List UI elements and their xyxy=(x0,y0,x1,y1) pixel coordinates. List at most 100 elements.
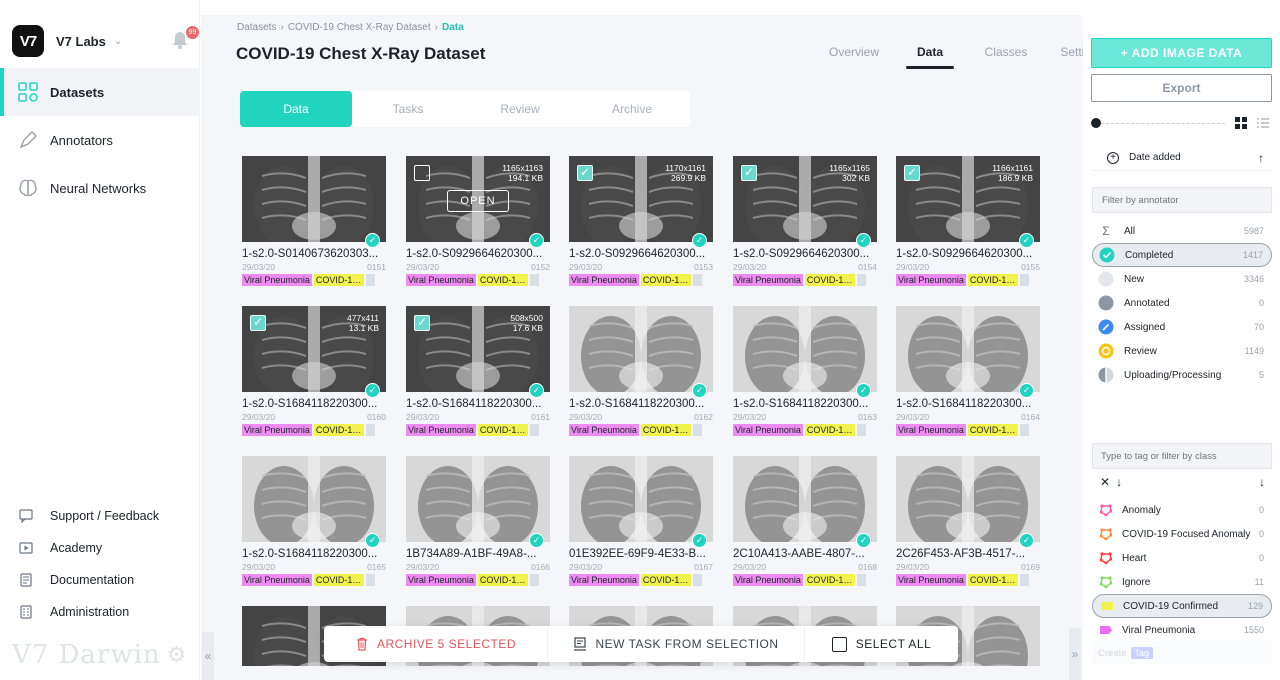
class-filter-covid-19-confirmed[interactable]: COVID-19 Confirmed 129 xyxy=(1092,594,1272,618)
file-meta: 29/03/20 0154 xyxy=(733,262,877,272)
tag-list: Viral PneumoniaCOVID-19 Confirmed xyxy=(242,574,386,586)
nav-item-administration[interactable]: Administration xyxy=(0,596,200,628)
subtab-review[interactable]: Review xyxy=(464,91,576,127)
image-thumbnail[interactable] xyxy=(406,456,550,542)
class-filter-anomaly[interactable]: Anomaly 0 xyxy=(1092,498,1272,522)
image-thumbnail[interactable] xyxy=(242,156,386,242)
image-thumbnail[interactable]: 477x41113.1 KB xyxy=(242,306,386,392)
image-card[interactable]: 508x50017.6 KB ✓1-s2.0-S1684118220300... 2… xyxy=(406,306,550,436)
nav-label: Administration xyxy=(50,605,130,619)
completed-check-icon: ✓ xyxy=(1019,383,1034,398)
image-thumbnail[interactable] xyxy=(242,456,386,542)
image-card[interactable]: ✓ 2C10A413-AABE-4807-... 29/03/20 0168 Viral… xyxy=(733,456,877,586)
tag-covid-confirmed: COVID-19 Confirmed xyxy=(313,424,364,436)
image-thumbnail[interactable]: 1165x1163 194.1 KB OPEN xyxy=(406,156,550,242)
image-card[interactable]: 1165x1165302 KB ✓1-s2.0-S0929664620300...… xyxy=(733,156,877,286)
sort-down-icon[interactable]: ↓ xyxy=(1116,475,1122,489)
gear-icon[interactable]: ⚙ xyxy=(167,643,188,668)
clear-icon[interactable]: ✕ xyxy=(1100,475,1110,489)
nav-item-annotators[interactable]: Annotators xyxy=(0,116,200,164)
status-filter-completed[interactable]: Completed 1417 xyxy=(1092,243,1272,267)
image-thumbnail[interactable] xyxy=(569,306,713,392)
image-thumbnail[interactable] xyxy=(569,456,713,542)
image-thumbnail[interactable]: 1170x1161269.9 KB xyxy=(569,156,713,242)
select-checkbox[interactable] xyxy=(904,165,920,181)
status-filter-new[interactable]: New 3346 xyxy=(1092,267,1272,291)
image-card[interactable]: ✓ 1-s2.0-S1684118220300... 29/03/20 0162 Vir… xyxy=(569,306,713,436)
image-card[interactable]: 1170x1161269.9 KB ✓1-s2.0-S0929664620300.… xyxy=(569,156,713,286)
nav-item-neural-networks[interactable]: Neural Networks xyxy=(0,164,200,212)
subtab-data[interactable]: Data xyxy=(240,91,352,127)
image-thumbnail[interactable]: 1165x1165302 KB xyxy=(733,156,877,242)
image-card[interactable]: ✓ 1B734A89-A1BF-49A8-... 29/03/20 0166 Viral… xyxy=(406,456,550,586)
tag-list: Viral PneumoniaCOVID-19 Confirmed xyxy=(569,574,713,586)
image-thumbnail[interactable] xyxy=(896,456,1040,542)
image-thumbnail[interactable]: 1166x1161186.9 KB xyxy=(896,156,1040,242)
sort-direction-icon[interactable]: ↑ xyxy=(1258,151,1264,165)
tag-filter-input[interactable] xyxy=(1092,443,1272,469)
nav-item-academy[interactable]: Academy xyxy=(0,532,200,564)
select-checkbox[interactable] xyxy=(741,165,757,181)
image-card[interactable]: 1165x1163 194.1 KB OPEN ✓ 1-s2.0-S0929664620… xyxy=(406,156,550,286)
select-checkbox[interactable] xyxy=(414,165,430,181)
org-switcher[interactable]: V7 V7 Labs ⌄ xyxy=(12,25,122,57)
image-card[interactable]: ✓ 1-s2.0-S1684118220300... 29/03/20 0164 Vir… xyxy=(896,306,1040,436)
plus-icon[interactable]: + xyxy=(1107,151,1119,164)
nav-item-datasets[interactable]: Datasets xyxy=(0,68,200,116)
image-thumbnail[interactable] xyxy=(896,306,1040,392)
image-card[interactable]: ✓ 1-s2.0-S0140673620303... 29/03/20 0151 Vir… xyxy=(242,156,386,286)
status-filter-assigned[interactable]: Assigned 70 xyxy=(1092,315,1272,339)
export-button[interactable]: Export xyxy=(1091,74,1272,102)
sort-down-icon[interactable]: ↓ xyxy=(1259,475,1265,489)
sort-control[interactable]: + Date added ↑ xyxy=(1092,145,1272,171)
image-card[interactable]: ✓ 1-s2.0-S1684118220300... 29/03/20 0165 Vir… xyxy=(242,456,386,586)
select-all-checkbox[interactable] xyxy=(831,636,847,652)
file-name: 1-s2.0-S0929664620300... xyxy=(733,248,870,260)
breadcrumb-datasets[interactable]: Datasets xyxy=(237,22,276,33)
image-thumbnail[interactable]: 508x50017.6 KB xyxy=(406,306,550,392)
image-card[interactable]: ✓ 2C26F453-AF3B-4517-... 29/03/20 0169 Viral… xyxy=(896,456,1040,586)
thumbnail-size-slider[interactable] xyxy=(1091,117,1225,129)
image-card[interactable]: 1166x1161186.9 KB ✓1-s2.0-S0929664620300.… xyxy=(896,156,1040,286)
image-card[interactable]: ✓ 01E392EE-69F9-4E33-B... 29/03/20 0167 Vira… xyxy=(569,456,713,586)
archive-selected-button[interactable]: ARCHIVE 5 SELECTED xyxy=(324,626,548,662)
list-view-icon[interactable] xyxy=(1257,117,1269,129)
grid-view-icon[interactable] xyxy=(1235,117,1247,129)
nav-item-support[interactable]: Support / Feedback xyxy=(0,500,200,532)
image-card[interactable]: 477x41113.1 KB ✓1-s2.0-S1684118220300... 2… xyxy=(242,306,386,436)
status-filter-uploading-processing[interactable]: Uploading/Processing 5 xyxy=(1092,363,1272,387)
class-filter-ignore[interactable]: Ignore 11 xyxy=(1092,570,1272,594)
tab-overview[interactable]: Overview xyxy=(816,45,892,78)
select-checkbox[interactable] xyxy=(577,165,593,181)
select-checkbox[interactable] xyxy=(250,315,266,331)
slider-handle[interactable] xyxy=(1091,118,1101,128)
status-filter-review[interactable]: Review 1149 xyxy=(1092,339,1272,363)
annotator-filter-input[interactable] xyxy=(1092,187,1272,213)
class-filter-viral-pneumonia[interactable]: Viral Pneumonia 1550 xyxy=(1092,618,1272,642)
select-all-button[interactable]: SELECT ALL xyxy=(805,626,958,662)
class-filter-heart[interactable]: Heart 0 xyxy=(1092,546,1272,570)
image-dimensions: 1170x1161 269.9 KB xyxy=(665,163,706,183)
tab-data[interactable]: Data xyxy=(892,45,968,78)
nav-item-documentation[interactable]: Documentation xyxy=(0,564,200,596)
task-icon xyxy=(574,637,587,651)
breadcrumb-dataset[interactable]: COVID-19 Chest X-Ray Dataset xyxy=(288,22,431,33)
open-button[interactable]: OPEN xyxy=(447,190,509,212)
status-filter-annotated[interactable]: Annotated 0 xyxy=(1092,291,1272,315)
subtab-archive[interactable]: Archive xyxy=(576,91,688,127)
collapse-right-icon[interactable]: » xyxy=(1069,628,1081,680)
class-filter-covid-19-focused-anomaly[interactable]: COVID-19 Focused Anomaly 0 xyxy=(1092,522,1272,546)
status-filter-all[interactable]: Σ All 5987 xyxy=(1092,219,1272,243)
collapse-left-icon[interactable]: « xyxy=(202,632,214,680)
subtab-tasks[interactable]: Tasks xyxy=(352,91,464,127)
image-thumbnail[interactable] xyxy=(733,306,877,392)
image-thumbnail[interactable] xyxy=(733,456,877,542)
new-task-button[interactable]: NEW TASK FROM SELECTION xyxy=(548,626,805,662)
add-image-data-button[interactable]: + ADD IMAGE DATA xyxy=(1091,38,1272,68)
image-card[interactable]: ✓ 1-s2.0-S1684118220300... 29/03/20 0163 Vir… xyxy=(733,306,877,436)
class-label: Viral Pneumonia xyxy=(1122,624,1196,636)
tab-classes[interactable]: Classes xyxy=(968,45,1044,78)
create-tag-row[interactable]: Create Tag xyxy=(1092,641,1272,665)
select-checkbox[interactable] xyxy=(414,315,430,331)
file-meta: 29/03/20 0152 xyxy=(406,262,550,272)
